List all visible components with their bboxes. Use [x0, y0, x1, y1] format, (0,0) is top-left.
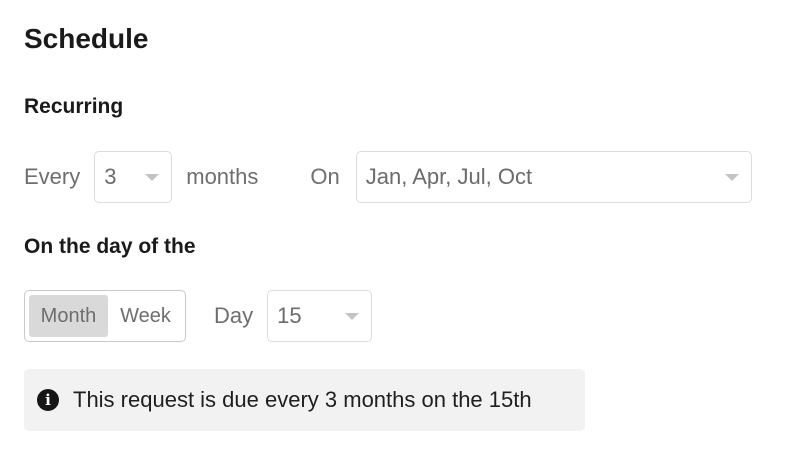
info-banner: i This request is due every 3 months on … [24, 369, 585, 431]
chevron-down-icon [345, 313, 360, 320]
chevron-down-icon [724, 174, 739, 181]
info-circle-icon: i [37, 389, 59, 411]
months-select[interactable]: Jan, Apr, Jul, Oct [355, 151, 752, 203]
day-of-heading: On the day of the [24, 235, 196, 258]
interval-value: 3 [104, 164, 117, 189]
info-message: This request is due every 3 months on th… [73, 387, 532, 412]
page-title: Schedule [24, 23, 149, 54]
period-toggle: Month Week [24, 290, 186, 342]
every-label: Every [24, 164, 81, 189]
schedule-panel: Schedule Recurring Every 3 months On Jan… [24, 0, 776, 456]
chevron-down-icon [145, 174, 160, 181]
months-value: Jan, Apr, Jul, Oct [365, 164, 533, 189]
interval-select[interactable]: 3 [94, 151, 173, 203]
day-row: Month Week Day 15 [24, 290, 373, 342]
toggle-month-button[interactable]: Month [29, 295, 108, 337]
day-label: Day [214, 303, 254, 328]
recurring-heading: Recurring [24, 95, 124, 118]
day-value: 15 [277, 303, 302, 328]
toggle-week-button[interactable]: Week [109, 295, 181, 337]
on-label: On [310, 164, 340, 189]
recurring-row: Every 3 months On Jan, Apr, Jul, Oct [24, 151, 752, 203]
day-select[interactable]: 15 [267, 290, 373, 342]
unit-label: months [186, 164, 259, 189]
